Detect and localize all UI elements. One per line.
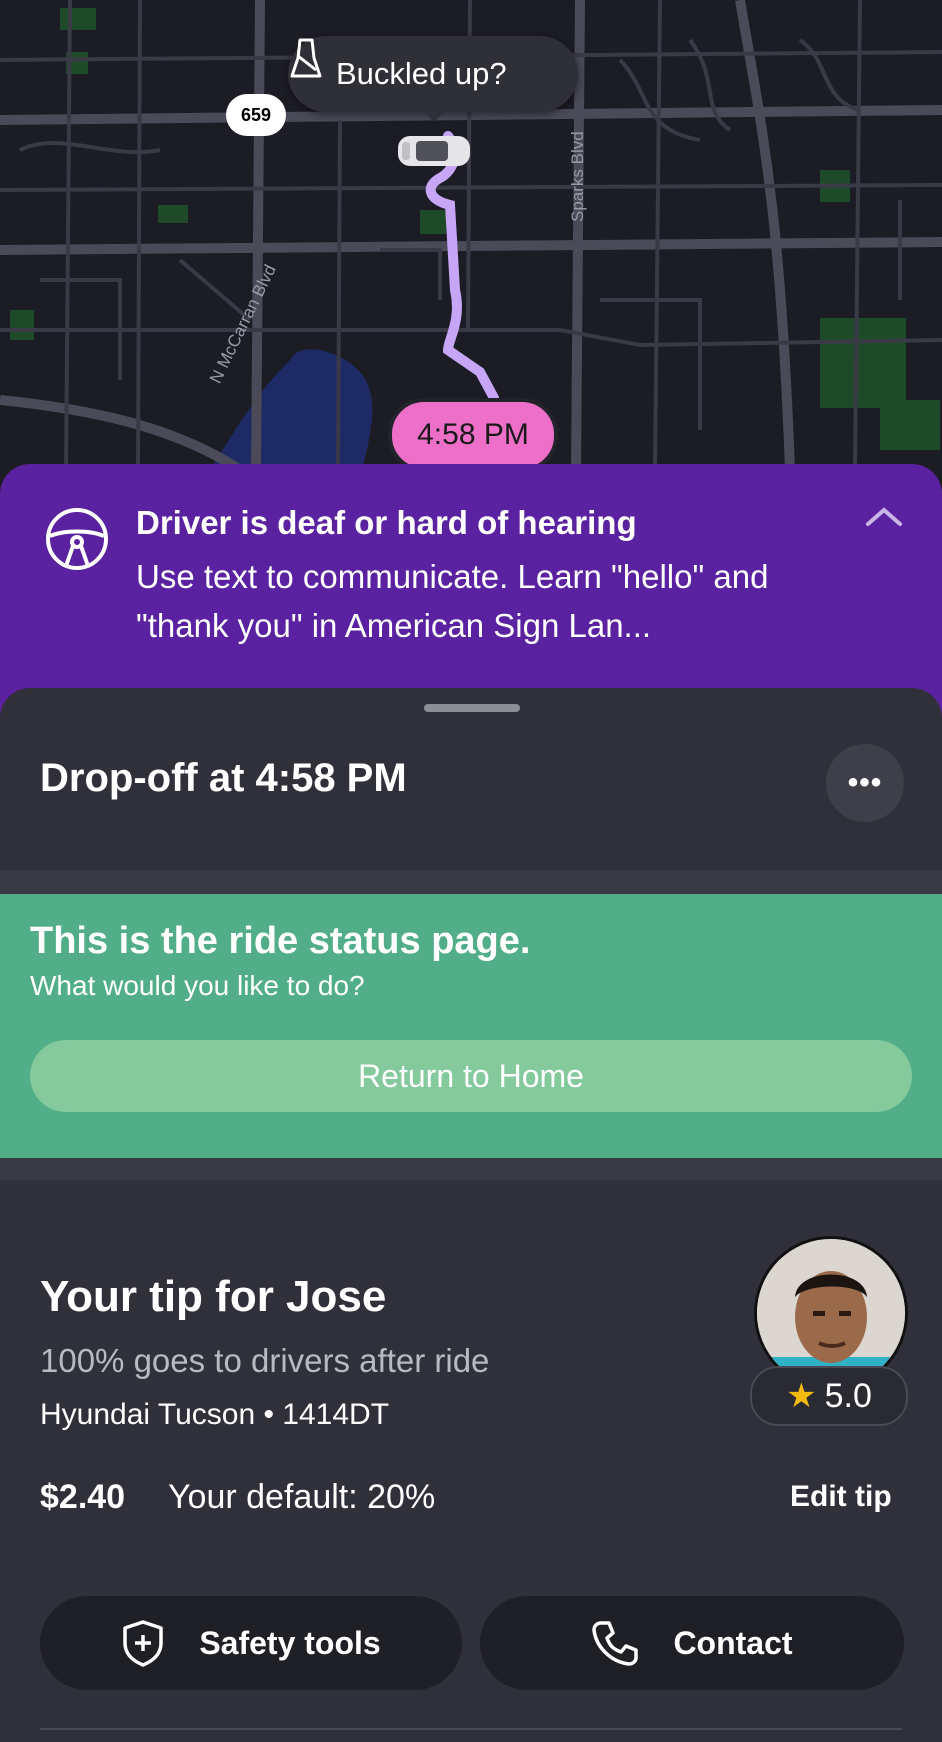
- status-subtitle: What would you like to do?: [30, 970, 365, 1001]
- banner-title: Driver is deaf or hard of hearing: [136, 504, 637, 541]
- contact-label: Contact: [673, 1624, 793, 1661]
- chevron-up-icon[interactable]: [864, 504, 904, 528]
- tooltip-tail: [420, 108, 448, 122]
- steering-wheel-icon: [46, 508, 108, 570]
- section-divider: [0, 1158, 942, 1180]
- road-label-sparks: Sparks Blvd: [568, 131, 587, 222]
- star-icon: ★: [786, 1377, 817, 1415]
- safety-tools-label: Safety tools: [199, 1624, 381, 1661]
- route-shield: 659: [226, 94, 286, 136]
- buckled-up-tooltip: Buckled up?: [288, 36, 578, 112]
- bottom-divider: [40, 1728, 902, 1730]
- vehicle-info: Hyundai Tucson • 1414DT: [40, 1398, 390, 1431]
- eta-badge: 4:58 PM: [388, 398, 558, 472]
- edit-tip-link[interactable]: Edit tip: [790, 1480, 892, 1514]
- phone-icon: [591, 1619, 639, 1667]
- safety-tools-button[interactable]: Safety tools: [40, 1596, 462, 1690]
- tip-subtitle: 100% goes to drivers after ride: [40, 1342, 490, 1379]
- banner-body: Use text to communicate. Learn "hello" a…: [136, 558, 769, 644]
- return-home-button[interactable]: Return to Home: [30, 1040, 912, 1112]
- rating-value: 5.0: [824, 1376, 872, 1415]
- ride-bottom-sheet: [0, 688, 942, 1742]
- sheet-drag-handle[interactable]: [424, 704, 520, 712]
- dropoff-title: Drop-off at 4:58 PM: [40, 756, 407, 800]
- shield-icon: [121, 1619, 165, 1667]
- contact-button[interactable]: Contact: [480, 1596, 904, 1690]
- driver-photo: [757, 1239, 905, 1387]
- tip-title: Your tip for Jose: [40, 1272, 387, 1321]
- map-view[interactable]: 659 N McCarran Blvd Sparks Blvd Buckled …: [0, 0, 942, 520]
- status-title: This is the ride status page.: [30, 920, 531, 962]
- section-divider: [0, 870, 942, 894]
- driver-rating-badge: ★ 5.0: [750, 1366, 908, 1426]
- tip-amount: $2.40: [40, 1478, 126, 1516]
- tip-default-text: Your default: 20%: [168, 1478, 436, 1516]
- buckled-up-label: Buckled up?: [336, 56, 507, 91]
- more-options-button[interactable]: •••: [826, 744, 904, 822]
